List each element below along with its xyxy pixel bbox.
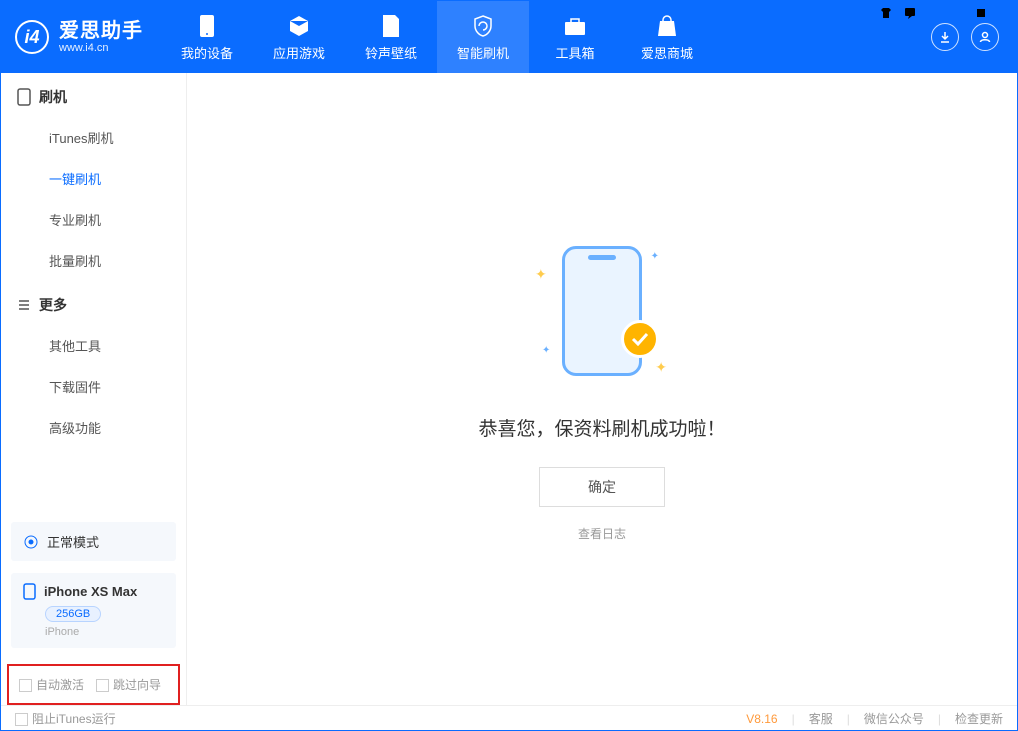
titlebar: i4 爱思助手 www.i4.cn 我的设备 应用游戏 铃声壁纸 智能刷机 工具… <box>1 1 1017 73</box>
footer-link-wechat[interactable]: 微信公众号 <box>864 710 924 727</box>
checkbox-block-itunes[interactable]: 阻止iTunes运行 <box>15 710 116 727</box>
success-message: 恭喜您，保资料刷机成功啦！ <box>478 414 725 441</box>
nav-label: 智能刷机 <box>457 43 509 62</box>
sidebar-item-download-firmware[interactable]: 下载固件 <box>1 366 186 407</box>
nav-tabs: 我的设备 应用游戏 铃声壁纸 智能刷机 工具箱 爱思商城 <box>161 1 713 73</box>
maximize-icon[interactable] <box>975 6 987 25</box>
device-name: iPhone XS Max <box>44 584 137 599</box>
footer-link-support[interactable]: 客服 <box>809 710 833 727</box>
music-file-icon <box>378 13 404 39</box>
nav-tab-ringtones[interactable]: 铃声壁纸 <box>345 1 437 73</box>
window-controls <box>879 6 1010 25</box>
logo-area: i4 爱思助手 www.i4.cn <box>1 1 161 73</box>
device-icon <box>17 88 31 106</box>
main-content: ✦ ✦ ✦ ✦ 恭喜您，保资料刷机成功啦！ 确定 查看日志 <box>187 73 1017 705</box>
list-icon <box>17 298 31 312</box>
ok-button[interactable]: 确定 <box>539 467 665 507</box>
nav-label: 铃声壁纸 <box>365 43 417 62</box>
app-name: 爱思助手 <box>59 20 143 42</box>
footer-link-update[interactable]: 检查更新 <box>955 710 1003 727</box>
nav-tab-flash[interactable]: 智能刷机 <box>437 1 529 73</box>
feedback-icon[interactable] <box>903 6 917 25</box>
skin-icon[interactable] <box>879 6 893 25</box>
checkbox-skip-guide[interactable]: 跳过向导 <box>96 676 161 693</box>
device-capacity: 256GB <box>45 606 101 622</box>
user-button[interactable] <box>971 23 999 51</box>
nav-tab-device[interactable]: 我的设备 <box>161 1 253 73</box>
mode-label: 正常模式 <box>47 532 99 551</box>
sidebar-group-flash: 刷机 <box>1 73 186 117</box>
nav-label: 工具箱 <box>555 43 594 62</box>
phone-small-icon <box>23 583 36 600</box>
app-url: www.i4.cn <box>59 42 143 54</box>
sidebar-item-advanced[interactable]: 高级功能 <box>1 407 186 448</box>
app-logo-icon: i4 <box>15 20 49 54</box>
refresh-shield-icon <box>470 13 496 39</box>
sidebar-item-batch-flash[interactable]: 批量刷机 <box>1 240 186 281</box>
sidebar-item-pro-flash[interactable]: 专业刷机 <box>1 199 186 240</box>
cube-icon <box>286 13 312 39</box>
minimize-icon[interactable] <box>951 6 965 25</box>
close-icon[interactable] <box>997 6 1010 25</box>
activation-options-box: 自动激活 跳过向导 <box>7 664 180 705</box>
nav-label: 应用游戏 <box>273 43 325 62</box>
sidebar-item-oneclick-flash[interactable]: 一键刷机 <box>1 158 186 199</box>
sparkle-icon: ✦ <box>542 345 550 356</box>
sidebar-item-other-tools[interactable]: 其他工具 <box>1 325 186 366</box>
checkbox-auto-activate[interactable]: 自动激活 <box>19 676 84 693</box>
device-info-box[interactable]: iPhone XS Max 256GB iPhone <box>11 573 176 648</box>
device-mode-box[interactable]: 正常模式 <box>11 522 176 561</box>
phone-illustration <box>562 246 642 376</box>
device-type: iPhone <box>45 626 164 638</box>
version-label: V8.16 <box>746 712 777 726</box>
view-log-link[interactable]: 查看日志 <box>578 525 626 542</box>
toolbox-icon <box>562 13 588 39</box>
menu-icon[interactable] <box>927 6 941 25</box>
nav-label: 爱思商城 <box>641 43 693 62</box>
phone-icon <box>194 13 220 39</box>
mode-icon <box>23 534 39 550</box>
sparkle-icon: ✦ <box>651 251 659 262</box>
sparkle-icon: ✦ <box>655 359 667 376</box>
nav-tab-store[interactable]: 爱思商城 <box>621 1 713 73</box>
download-button[interactable] <box>931 23 959 51</box>
bag-icon <box>654 13 680 39</box>
footer: 阻止iTunes运行 V8.16 | 客服 | 微信公众号 | 检查更新 <box>1 705 1017 731</box>
nav-tab-apps[interactable]: 应用游戏 <box>253 1 345 73</box>
checkmark-badge-icon <box>621 320 659 358</box>
sidebar-item-itunes-flash[interactable]: iTunes刷机 <box>1 117 186 158</box>
nav-label: 我的设备 <box>181 43 233 62</box>
sidebar-group-more: 更多 <box>1 281 186 325</box>
sidebar: 刷机 iTunes刷机 一键刷机 专业刷机 批量刷机 更多 其他工具 下载固件 … <box>1 73 187 705</box>
nav-tab-toolbox[interactable]: 工具箱 <box>529 1 621 73</box>
sparkle-icon: ✦ <box>535 266 547 283</box>
success-illustration: ✦ ✦ ✦ ✦ <box>527 236 677 386</box>
